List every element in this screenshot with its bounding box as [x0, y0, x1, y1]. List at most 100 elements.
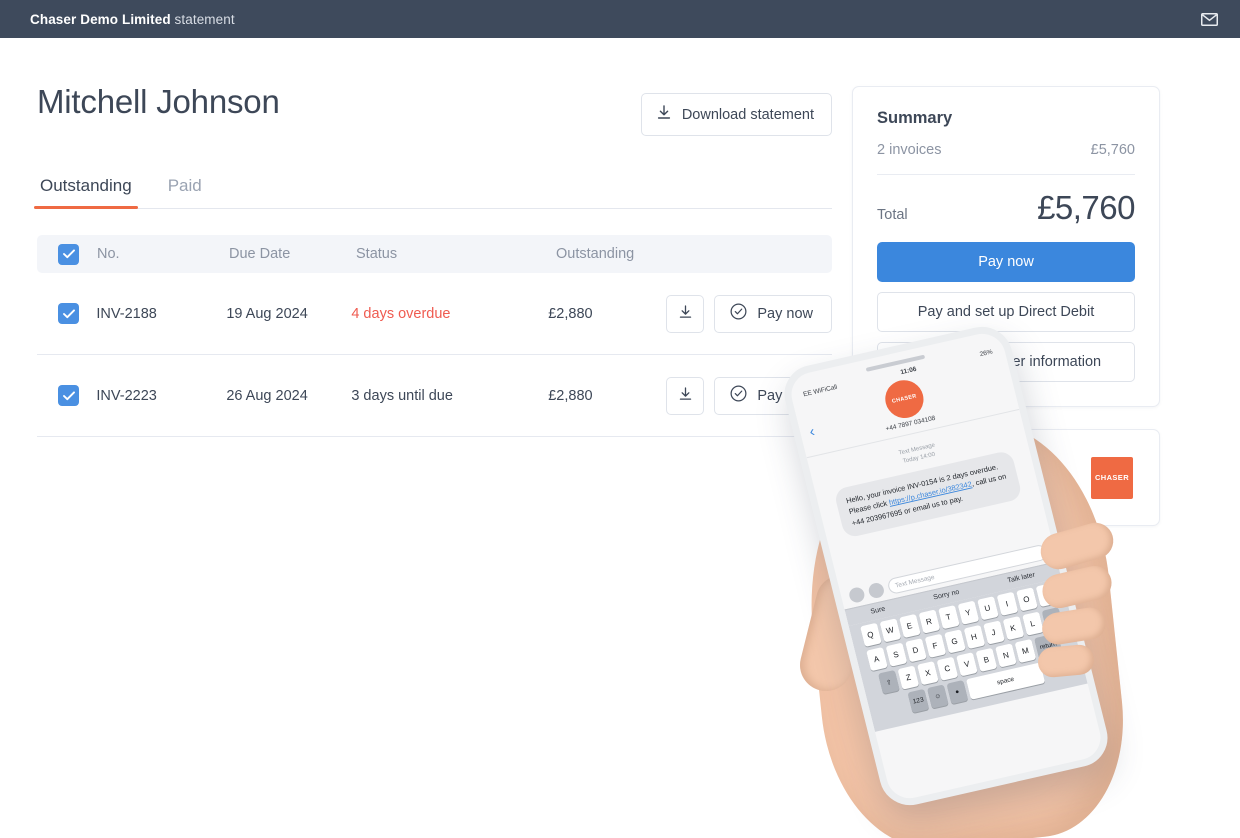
sms-text-input[interactable]: Text Message	[886, 544, 1049, 596]
key-h[interactable]: H	[963, 625, 985, 650]
chaser-logo: CHASER	[1091, 456, 1133, 499]
tab-paid[interactable]: Paid	[165, 176, 205, 208]
key-q[interactable]: Q	[859, 623, 882, 648]
row-actions: Pay now	[666, 376, 832, 415]
key-r[interactable]: R	[918, 609, 940, 635]
backspace-key[interactable]: ⌫	[1041, 607, 1063, 632]
key-m[interactable]: M	[1014, 639, 1037, 664]
key-a[interactable]: A	[865, 647, 888, 672]
tab-bar: Outstanding Paid	[34, 176, 832, 209]
keyboard-row-4: 123 ☺ ● space	[871, 654, 1083, 721]
apps-icon[interactable]	[867, 581, 886, 600]
key-b[interactable]: B	[975, 648, 998, 673]
key-x[interactable]: X	[917, 661, 939, 686]
key-o[interactable]: O	[1015, 587, 1038, 612]
keyboard-row-1: Q W E R T Y U I O P	[852, 582, 1064, 649]
tab-outstanding[interactable]: Outstanding	[34, 176, 138, 209]
row-pay-now-button[interactable]: Pay now	[714, 376, 832, 415]
keyboard-predictions: Sure Sorry no Talk later	[844, 561, 1062, 627]
download-statement-label: Download statement	[681, 106, 814, 123]
brand-card: CHASER	[852, 429, 1160, 526]
summary-card: Summary 2 invoices £5,760 Total £5,760 P…	[852, 86, 1160, 407]
summary-invoice-line: 2 invoices £5,760	[877, 142, 1135, 175]
column-header-outstanding: Outstanding	[556, 246, 635, 262]
statement-title: Chaser Demo Limited statement	[30, 12, 235, 27]
pay-now-button[interactable]: Pay now	[877, 242, 1135, 282]
key-d[interactable]: D	[904, 638, 927, 663]
invoice-outstanding: £2,880	[548, 387, 593, 404]
key-e[interactable]: E	[898, 614, 921, 639]
bank-transfer-info-button[interactable]: See bank transfer information	[877, 342, 1135, 382]
page-body: Mitchell Johnson Download statement Outs…	[0, 38, 1240, 838]
mic-key[interactable]: ●	[946, 680, 969, 705]
statement-suffix: statement	[170, 11, 235, 27]
download-icon	[679, 386, 692, 405]
key-s[interactable]: S	[885, 643, 907, 668]
prediction-0[interactable]: Sure	[866, 605, 890, 617]
key-u[interactable]: U	[976, 596, 999, 621]
key-g[interactable]: G	[943, 629, 966, 654]
summary-title: Summary	[877, 109, 953, 127]
row-checkbox[interactable]	[58, 385, 79, 406]
summary-total-amount: £5,760	[1037, 189, 1135, 226]
sidebar: Summary 2 invoices £5,760 Total £5,760 P…	[778, 38, 1200, 838]
row-checkbox[interactable]	[58, 303, 79, 324]
download-statement-button[interactable]: Download statement	[640, 93, 832, 136]
key-v[interactable]: V	[956, 652, 978, 677]
table-row: INV-2188 19 Aug 2024 4 days overdue £2,8…	[37, 273, 832, 355]
check-circle-icon	[730, 385, 747, 406]
prediction-1[interactable]: Sorry no	[929, 588, 964, 602]
camera-icon[interactable]	[847, 585, 866, 604]
key-i[interactable]: I	[996, 592, 1018, 617]
key-c[interactable]: C	[936, 657, 959, 682]
key-f[interactable]: F	[924, 634, 946, 659]
company-name: Chaser Demo Limited	[30, 11, 171, 27]
row-actions: Pay now	[666, 294, 832, 333]
row-select-cell	[37, 385, 96, 406]
space-key[interactable]: space	[966, 662, 1046, 701]
keyboard-row-3: ⇧ Z X C V B N M return	[864, 630, 1076, 697]
key-j[interactable]: J	[982, 620, 1005, 646]
download-icon	[679, 304, 692, 323]
keyboard-row-2: A S D F G H J K L ⌫	[858, 606, 1070, 673]
row-download-button[interactable]	[666, 376, 705, 415]
column-header-due-date: Due Date	[229, 246, 291, 262]
on-screen-keyboard: Q W E R T Y U I O P A S D F G H J K L ⌫ …	[848, 578, 1088, 733]
shift-key[interactable]: ⇧	[878, 670, 900, 695]
sms-send-button[interactable]	[1045, 621, 1064, 640]
tab-outstanding-label: Outstanding	[40, 176, 132, 195]
pay-direct-debit-button[interactable]: Pay and set up Direct Debit	[877, 292, 1135, 332]
key-k[interactable]: K	[1002, 616, 1024, 641]
finger-graphic	[1039, 562, 1115, 612]
row-pay-now-button[interactable]: Pay now	[714, 294, 832, 333]
finger-graphic	[1039, 605, 1109, 647]
key-z[interactable]: Z	[897, 665, 920, 691]
key-w[interactable]: W	[879, 618, 901, 643]
row-download-button[interactable]	[666, 294, 705, 333]
key-l[interactable]: L	[1021, 612, 1044, 637]
row-pay-now-label: Pay now	[757, 387, 813, 404]
summary-invoice-amount: £5,760	[1090, 142, 1135, 158]
summary-total-label: Total	[877, 207, 908, 223]
header-row: Mitchell Johnson Download statement	[37, 83, 832, 136]
return-key[interactable]: return	[1034, 633, 1063, 660]
page-title: Mitchell Johnson	[37, 83, 280, 120]
key-p[interactable]: P	[1035, 583, 1057, 608]
key-y[interactable]: Y	[957, 601, 979, 626]
key-n[interactable]: N	[995, 643, 1017, 668]
prediction-2[interactable]: Talk later	[1003, 571, 1040, 586]
key-t[interactable]: T	[937, 605, 960, 630]
envelope-icon[interactable]	[1196, 6, 1222, 32]
thumb-graphic	[794, 569, 874, 697]
sms-input-row: Text Message	[838, 535, 1057, 610]
select-all-checkbox[interactable]	[58, 243, 79, 265]
invoice-due-date: 26 Aug 2024	[226, 387, 308, 404]
numbers-key[interactable]: 123	[907, 689, 930, 714]
tab-paid-label: Paid	[167, 176, 202, 195]
invoice-status: 4 days overdue	[351, 305, 451, 322]
column-header-no: No.	[97, 246, 120, 262]
top-bar: Chaser Demo Limited statement	[0, 0, 1240, 38]
select-all-cell	[37, 243, 97, 265]
emoji-key[interactable]: ☺	[927, 684, 949, 709]
row-select-cell	[37, 303, 96, 324]
